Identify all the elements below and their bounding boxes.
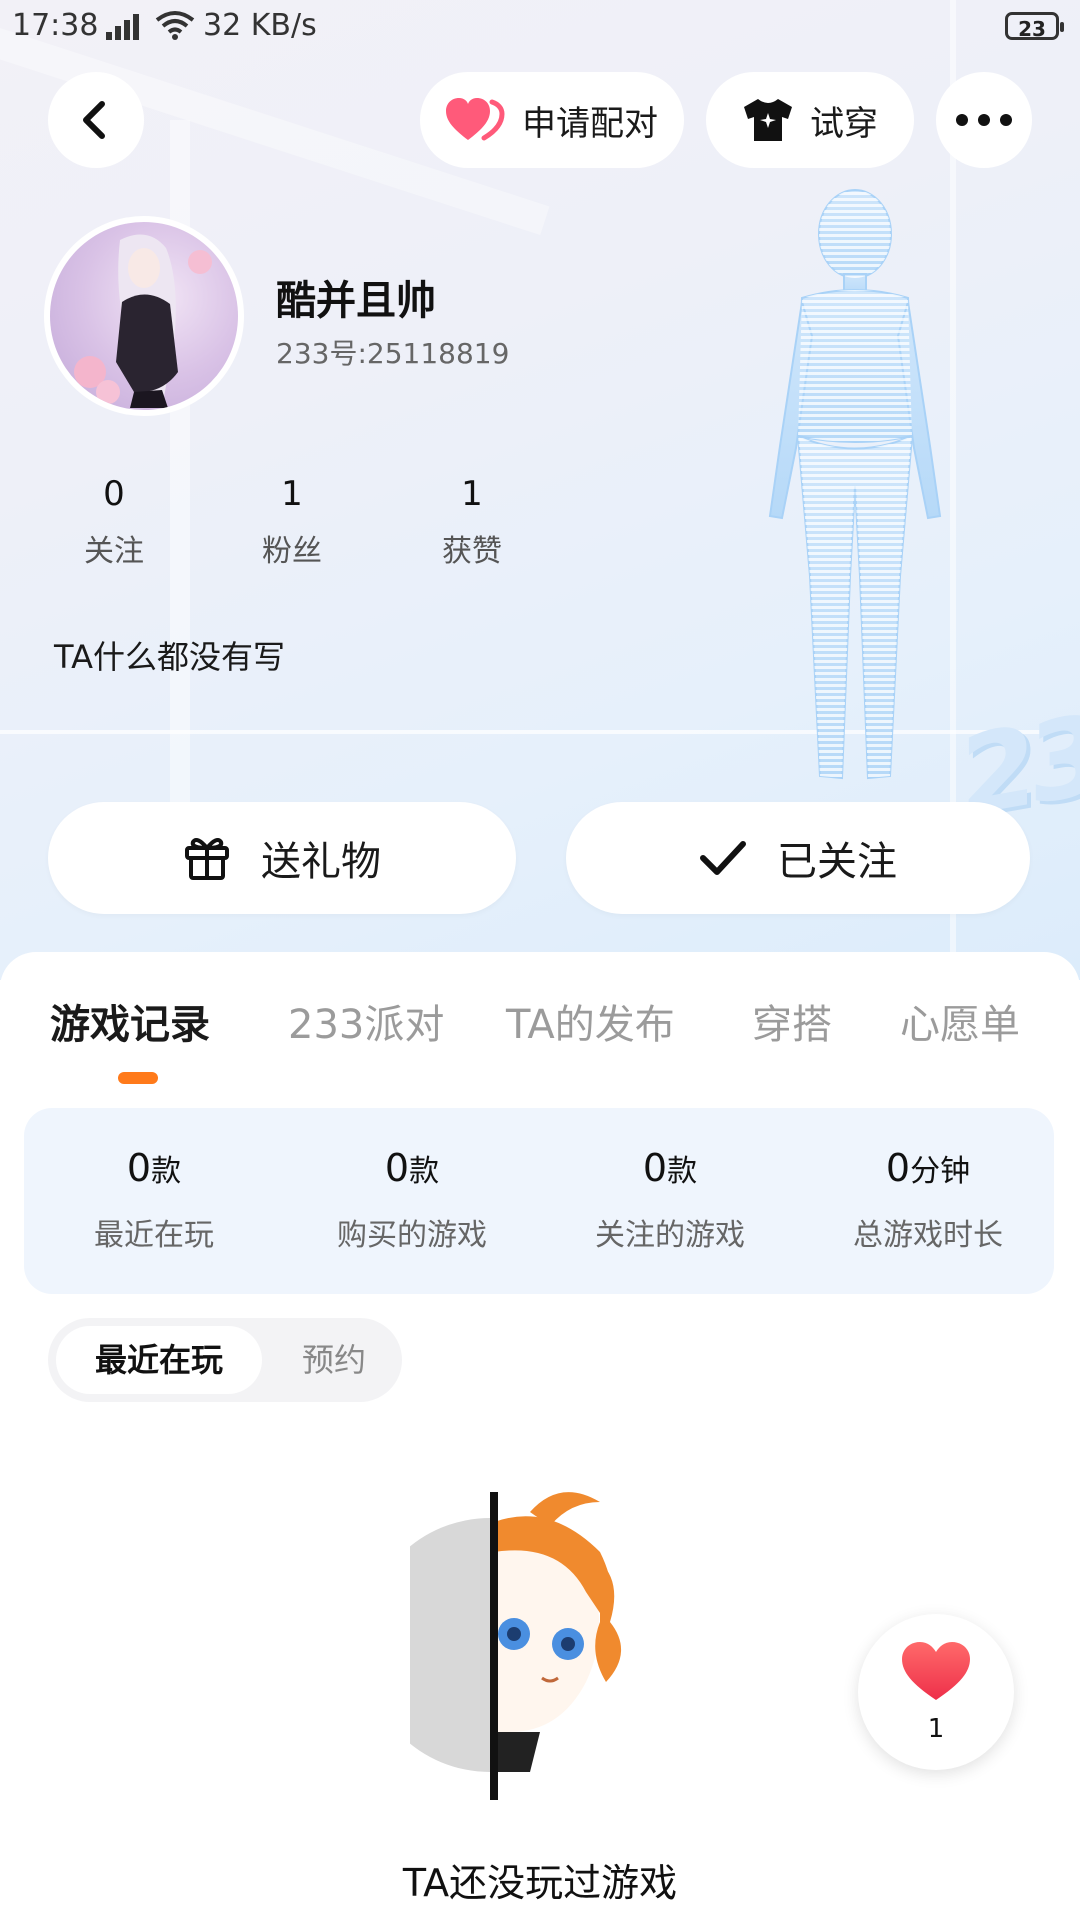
followed-button[interactable]: 已关注 [566,802,1030,914]
likes-label: 获赞 [442,534,502,569]
segment-reservations[interactable]: 预约 [284,1326,384,1394]
battery-icon: 23 [1005,12,1064,41]
stat-total-playtime[interactable]: 0分钟 总游戏时长 [808,1146,1048,1254]
more-dots-icon [956,114,1012,126]
stat-recent-playing[interactable]: 0款 最近在玩 [34,1146,274,1254]
signal-icon [106,10,139,40]
followed-games-count: 0 [642,1146,668,1190]
avatar-illustration [74,234,212,408]
like-float-button[interactable]: 1 [858,1614,1014,1770]
like-count: 1 [927,1714,945,1744]
stat-following[interactable]: 0 关注 [54,474,174,570]
tab-game-records[interactable]: 游戏记录 [50,992,210,1050]
followed-games-unit: 款 [667,1154,698,1189]
segment-control: 最近在玩 预约 [48,1318,402,1402]
empty-state-mascot-icon [410,1492,622,1800]
profile-name: 酷并且帅 [276,278,436,324]
playtime-label: 总游戏时长 [853,1218,1003,1253]
check-icon [700,841,746,875]
shirt-icon [744,99,792,141]
stat-fans[interactable]: 1 粉丝 [232,474,352,570]
back-button[interactable] [48,72,144,168]
tab-ta-posts[interactable]: TA的发布 [506,992,675,1050]
stat-purchased-games[interactable]: 0款 购买的游戏 [292,1146,532,1254]
profile-bio: TA什么都没有写 [54,638,285,676]
match-request-label: 申请配对 [522,103,658,144]
game-stats-card: 0款 最近在玩 0款 购买的游戏 0款 关注的游戏 0分钟 总游戏时长 [24,1108,1054,1294]
status-time: 17:38 [12,8,99,43]
tab-233-party[interactable]: 233派对 [288,992,444,1050]
profile-id: 233号:25118819 [276,337,510,370]
following-label: 关注 [84,534,144,569]
tab-wishlist[interactable]: 心愿单 [900,992,1020,1050]
send-gift-label: 送礼物 [261,839,381,885]
stat-likes[interactable]: 1 获赞 [412,474,532,570]
fans-label: 粉丝 [262,534,322,569]
avatar[interactable] [44,216,244,416]
more-button[interactable] [936,72,1032,168]
chevron-left-icon [83,101,105,139]
playtime-unit: 分钟 [910,1154,971,1189]
tab-indicator [118,1072,158,1084]
purchased-label: 购买的游戏 [337,1218,487,1253]
followed-games-label: 关注的游戏 [595,1218,745,1253]
match-request-button[interactable]: 申请配对 [420,72,684,168]
tab-outfits[interactable]: 穿搭 [752,992,832,1050]
send-gift-button[interactable]: 送礼物 [48,802,516,914]
stat-followed-games[interactable]: 0款 关注的游戏 [550,1146,790,1254]
segment-recent-playing[interactable]: 最近在玩 [56,1326,262,1394]
heart-icon [446,98,505,141]
fans-count: 1 [281,474,303,514]
purchased-count: 0 [384,1146,410,1190]
followed-label: 已关注 [777,839,897,885]
network-speed: 32 KB/s [203,8,317,43]
try-on-label: 试穿 [810,103,878,144]
gift-icon [185,838,229,880]
following-count: 0 [103,474,125,514]
likes-count: 1 [461,474,483,514]
purchased-unit: 款 [409,1154,440,1189]
empty-state-text: TA还没玩过游戏 [402,1861,678,1905]
hologram-figure[interactable] [740,186,970,806]
wifi-icon [155,11,195,40]
playtime-count: 0 [885,1146,911,1190]
recent-playing-label: 最近在玩 [94,1218,214,1253]
try-on-button[interactable]: 试穿 [706,72,914,168]
recent-playing-count: 0 [126,1146,152,1190]
heart-icon [902,1642,970,1700]
status-bar: 17:38 32 KB/s 23 [0,0,1080,54]
recent-playing-unit: 款 [151,1154,182,1189]
